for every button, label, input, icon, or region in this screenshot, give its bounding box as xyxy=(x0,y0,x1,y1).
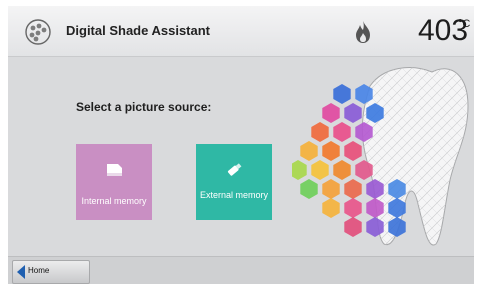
hexagon-cell xyxy=(344,179,362,199)
home-button[interactable]: Home xyxy=(12,260,90,284)
hexagon-cell xyxy=(344,103,362,123)
hexagon-cell xyxy=(344,217,362,237)
hexagon-cell xyxy=(300,179,318,199)
hexagon-cell xyxy=(300,141,318,161)
hexagon-cell xyxy=(322,141,340,161)
back-arrow-icon xyxy=(17,265,25,279)
hexagon-cell xyxy=(322,198,340,218)
external-memory-label: External memory xyxy=(199,190,269,200)
hexagon-cell xyxy=(292,160,307,180)
palette-dots-icon xyxy=(25,19,51,45)
usb-stick-icon xyxy=(227,163,242,176)
hexagon-cell xyxy=(311,122,329,142)
hexagon-cell xyxy=(344,141,362,161)
footer-bar: Home xyxy=(8,256,474,284)
header-bar: Digital Shade Assistant 403 °C xyxy=(8,6,474,57)
internal-memory-label: Internal memory xyxy=(81,196,147,206)
hexagon-cell xyxy=(333,122,351,142)
temperature-unit: °C xyxy=(458,18,471,30)
hexagon-cell xyxy=(333,160,351,180)
home-label: Home xyxy=(28,266,50,275)
screen: Digital Shade Assistant 403 °C Select a … xyxy=(8,6,474,284)
flame-icon xyxy=(356,21,370,43)
tooth-shade-illustration xyxy=(292,67,469,246)
internal-memory-button[interactable]: Internal memory xyxy=(76,144,152,220)
prompt-text: Select a picture source: xyxy=(76,100,212,114)
hexagon-cell xyxy=(344,198,362,218)
hexagon-cell xyxy=(311,160,329,180)
hexagon-cell xyxy=(322,179,340,199)
app-title: Digital Shade Assistant xyxy=(66,23,210,38)
external-memory-button[interactable]: External memory xyxy=(196,144,272,220)
hexagon-cell xyxy=(333,84,351,104)
hexagon-cell xyxy=(322,103,340,123)
memory-card-icon xyxy=(107,164,122,176)
